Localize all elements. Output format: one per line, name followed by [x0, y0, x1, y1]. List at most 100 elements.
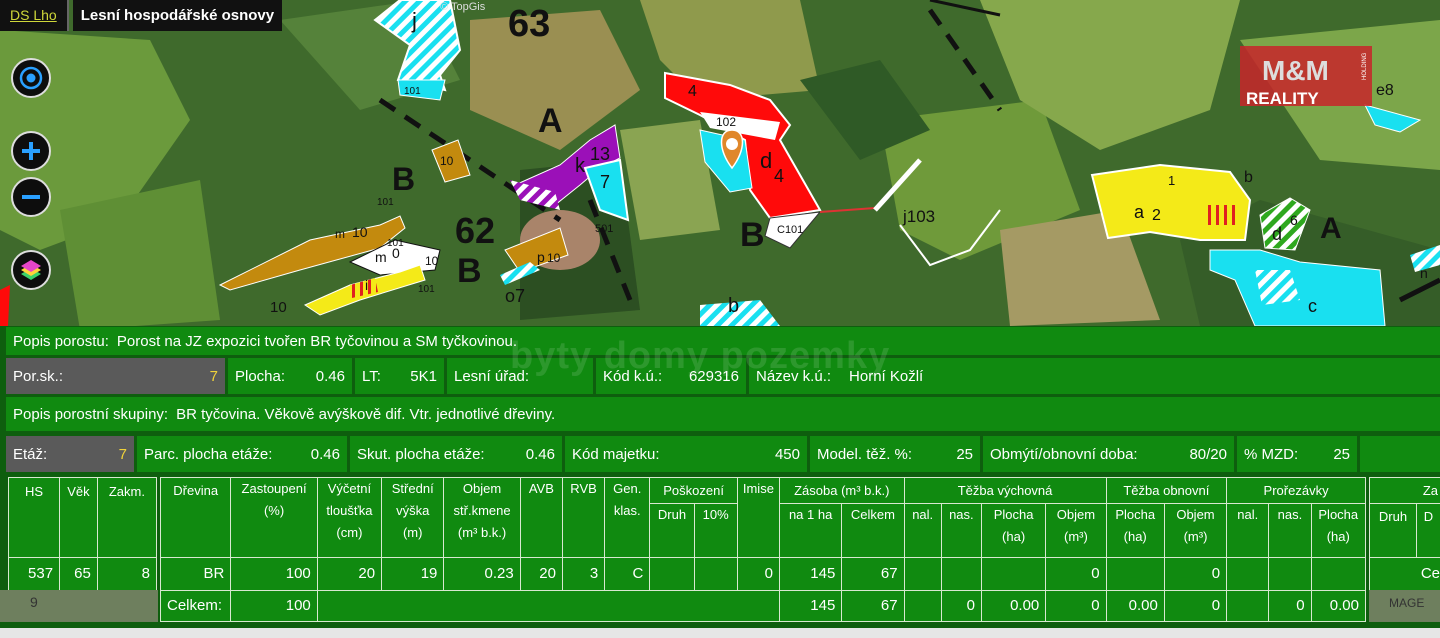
map-remnant-label: 9	[30, 594, 38, 610]
locate-icon	[19, 66, 43, 90]
parc-plocha-label: Parc. plocha etáže:	[144, 445, 273, 463]
cell-drevina: BR	[159, 557, 232, 591]
map-label: 63	[508, 3, 550, 45]
col-to-objem: Objem (m³)	[1163, 503, 1228, 558]
total-zast: 100	[230, 590, 318, 622]
kod-majetku-value: 450	[774, 445, 800, 463]
watermark: byty domy pozemky	[510, 335, 891, 377]
left-table: HS Věk Zakm. 537 65 8	[7, 477, 158, 591]
popis-porostu-value: Porost na JZ expozici tvořen BR tyčovino…	[116, 332, 518, 350]
right-table: Za Druh D Ce	[1369, 477, 1440, 591]
map-label: j	[411, 8, 417, 33]
map-label: 7	[600, 172, 610, 192]
map-label: d	[1272, 224, 1282, 244]
horizontal-scrollbar[interactable]	[0, 628, 1440, 638]
map-label: 4	[774, 166, 784, 186]
col-tv-nas: nas.	[940, 503, 982, 558]
col-10pct: 10%	[693, 503, 738, 558]
cell-pr-nal	[1226, 557, 1270, 591]
obmyti-value: 80/20	[1189, 445, 1227, 463]
col-zakm: Zakm.	[96, 477, 158, 558]
cell-imise: 0	[736, 557, 781, 591]
mzd: % MZD: 25	[1237, 436, 1357, 472]
col-tv-nal: nal.	[903, 503, 942, 558]
map-label: 13	[590, 144, 610, 164]
svg-text:REALITY: REALITY	[1246, 89, 1319, 108]
popis-porostu-label: Popis porostu:	[13, 332, 109, 350]
map-label: 4	[688, 83, 697, 100]
col-tezba-obnovni: Těžba obnovní	[1105, 477, 1228, 504]
total-to-plocha: 0.00	[1105, 590, 1165, 622]
col-pr-nal: nal.	[1226, 503, 1270, 558]
model-tez-value: 25	[956, 445, 973, 463]
zoom-out-button[interactable]	[11, 177, 51, 217]
col-za: Za	[1369, 477, 1440, 504]
mzd-label: % MZD:	[1244, 445, 1299, 463]
parc-plocha: Parc. plocha etáže: 0.46	[137, 436, 347, 472]
cell-ce: Ce	[1369, 557, 1440, 591]
map-label: 10	[547, 251, 561, 265]
cell-vyc: 20	[316, 557, 383, 591]
col-pr-plocha: Plocha (ha)	[1310, 503, 1367, 558]
svg-text:HOLDING: HOLDING	[1362, 52, 1368, 80]
cell-hs: 537	[7, 557, 61, 591]
cell-10pct	[693, 557, 738, 591]
ds-link[interactable]: DS Lho	[0, 0, 69, 31]
col-vycetni: Výčetní tloušťka (cm)	[316, 477, 383, 558]
col-rvb: RVB	[561, 477, 606, 558]
total-pr-plocha: 0.00	[1310, 590, 1367, 622]
por-sk-label: Por.sk.:	[13, 367, 64, 385]
empty-cell	[1360, 436, 1440, 472]
map-remnant: 9	[0, 590, 158, 622]
locate-button[interactable]	[11, 58, 51, 98]
map-label: m	[375, 249, 387, 265]
popis-skupiny: Popis porostní skupiny: BR tyčovina. Věk…	[6, 397, 1440, 431]
por-sk: Por.sk.: 7	[6, 358, 225, 394]
popis-skupiny-label: Popis porostní skupiny:	[13, 405, 169, 423]
por-sk-value: 7	[209, 367, 218, 385]
cell-tv-nas	[940, 557, 982, 591]
map-remnant-label: MAGE	[1389, 596, 1425, 610]
total-na1ha: 145	[778, 590, 843, 622]
svg-text:M&M: M&M	[1262, 55, 1329, 86]
table-row: BR 100 20 19 0.23 20 3 C 0 145 67 0 0	[159, 557, 1367, 591]
col-vek: Věk	[59, 477, 98, 558]
parc-plocha-value: 0.46	[310, 445, 340, 463]
etaz-label: Etáž:	[13, 445, 48, 463]
map-label: 102	[716, 115, 736, 129]
layers-button[interactable]	[11, 250, 51, 290]
map-label: m	[335, 227, 345, 241]
map-label: e8	[1376, 82, 1394, 99]
map-label: 62	[455, 210, 495, 251]
lt: LT: 5K1	[355, 358, 444, 394]
col-druh: Druh	[649, 503, 695, 558]
cell-tv-objem: 0	[1045, 557, 1107, 591]
total-tv-objem: 0	[1045, 590, 1107, 622]
map-label: 101	[418, 284, 435, 295]
map-label: A	[1320, 212, 1342, 245]
map-label: 10	[270, 299, 287, 316]
map-label: j103	[902, 207, 935, 226]
map-label: o7	[505, 286, 525, 306]
col-celkem: Celkem	[841, 503, 905, 558]
cell-na1ha: 145	[778, 557, 843, 591]
total-pr-nas: 0	[1268, 590, 1312, 622]
stand-a2-stripe	[1205, 205, 1240, 225]
total-pr-nal	[1226, 590, 1270, 622]
map-label: i	[365, 277, 368, 293]
col-druh: Druh	[1369, 503, 1417, 558]
plus-icon	[22, 142, 40, 160]
map-label: c	[1308, 296, 1317, 316]
cell-avb: 20	[519, 557, 563, 591]
col-tezba-vychovna: Těžba výchovná	[903, 477, 1107, 504]
map-label: 501	[595, 223, 613, 235]
cell-rvb: 3	[561, 557, 606, 591]
total-empty	[316, 590, 781, 622]
company-logo: M&M REALITY HOLDING	[1240, 46, 1372, 108]
zoom-in-button[interactable]	[11, 131, 51, 171]
stand-table: Dřevina Zastoupení (%) Výčetní tloušťka (cm…	[159, 477, 1367, 622]
map-label: C101	[777, 224, 803, 236]
etaz: Etáž: 7	[6, 436, 134, 472]
cell-to-objem: 0	[1163, 557, 1228, 591]
map-label: n	[1420, 265, 1428, 281]
